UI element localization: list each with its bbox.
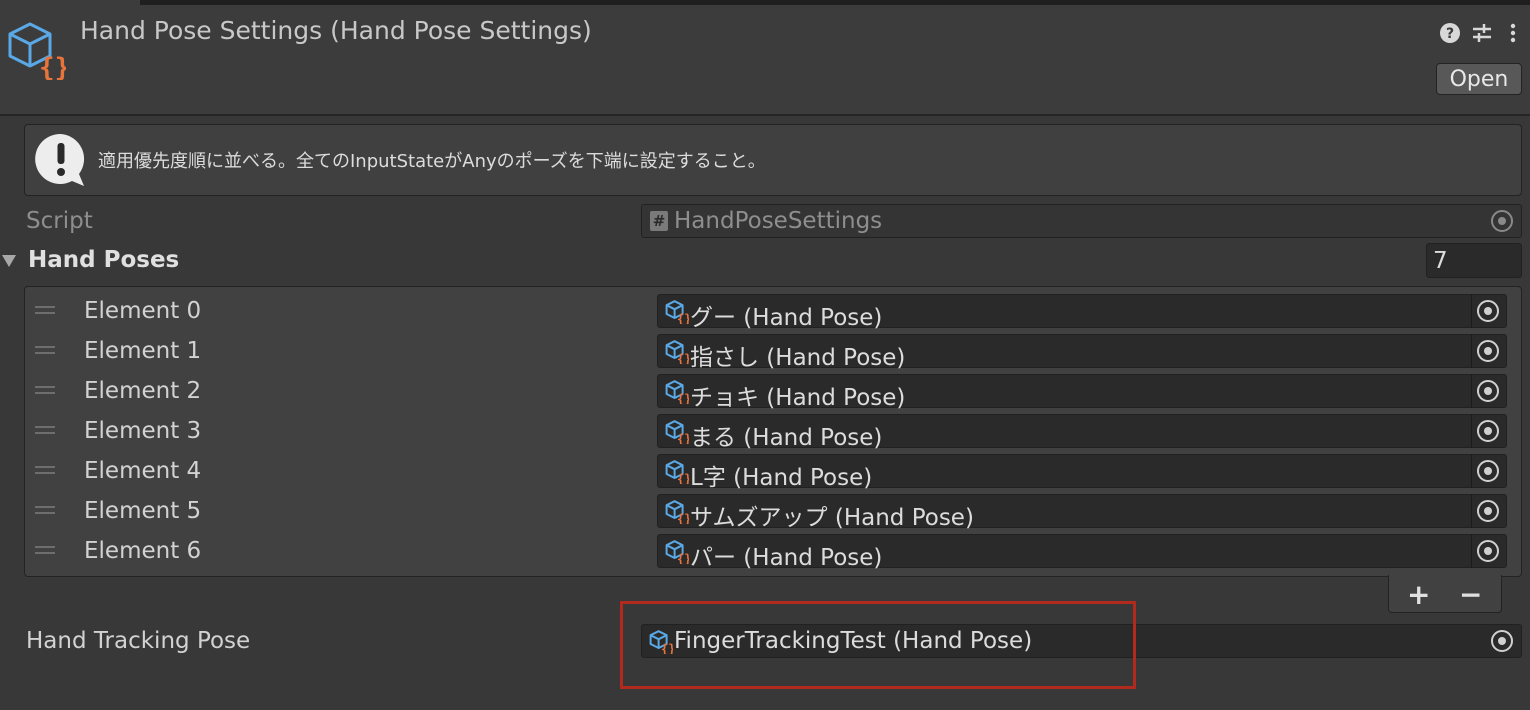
drag-handle-icon[interactable] [35,386,55,394]
drag-handle-icon[interactable] [35,506,55,514]
hand-tracking-pose-picker-icon[interactable] [1491,630,1513,652]
element-label: Element 4 [84,458,202,484]
picker-divider [1471,374,1472,408]
drag-handle-icon[interactable] [35,346,55,354]
object-picker-icon[interactable] [1477,380,1499,402]
object-picker-icon[interactable] [1477,500,1499,522]
hand-pose-asset-icon: {} [665,460,689,484]
list-footer [1388,575,1502,613]
svg-text:{}: {} [677,352,689,364]
svg-text:?: ? [1446,26,1454,42]
drag-handle-icon[interactable] [35,306,55,314]
element-label: Element 1 [84,338,202,364]
warning-icon [35,133,85,186]
open-button[interactable]: Open [1436,63,1522,95]
svg-text:{}: {} [677,552,689,564]
element-value: まる (Hand Pose) [690,425,883,451]
tab-strip [0,0,1530,5]
add-element-button[interactable]: + [1407,578,1430,611]
more-options-icon[interactable] [1505,22,1521,44]
drag-handle-icon[interactable] [35,466,55,474]
object-picker-icon[interactable] [1477,420,1499,442]
presets-icon[interactable] [1471,22,1493,44]
picker-divider [1471,334,1472,368]
svg-text:{}: {} [39,53,66,80]
remove-element-button[interactable]: − [1459,578,1482,611]
picker-divider [1471,534,1472,568]
script-picker-icon [1491,210,1513,232]
object-picker-icon[interactable] [1477,460,1499,482]
script-label: Script [26,208,93,234]
hand-poses-size-value: 7 [1433,248,1448,274]
element-label: Element 2 [84,378,202,404]
hand-pose-asset-icon: {} [665,340,689,364]
drag-handle-icon[interactable] [35,426,55,434]
element-label: Element 0 [84,298,202,324]
scriptable-object-icon: {} [8,22,66,80]
help-icon[interactable]: ? [1439,22,1461,44]
hand-poses-label[interactable]: Hand Poses [28,247,179,273]
script-value: HandPoseSettings [674,208,883,234]
inspector-tab[interactable] [0,0,140,5]
object-picker-icon[interactable] [1477,540,1499,562]
svg-text:{}: {} [677,472,689,484]
picker-divider [1471,494,1472,528]
hand-tracking-pose-label: Hand Tracking Pose [26,628,251,654]
object-picker-icon[interactable] [1477,300,1499,322]
svg-text:{}: {} [677,392,689,404]
drag-handle-icon[interactable] [35,546,55,554]
element-label: Element 6 [84,538,202,564]
hand-pose-asset-icon: {} [665,380,689,404]
object-picker-icon[interactable] [1477,340,1499,362]
svg-text:{}: {} [677,312,689,324]
element-value: サムズアップ (Hand Pose) [690,505,974,531]
element-label: Element 3 [84,418,202,444]
element-label: Element 5 [84,498,202,524]
foldout-arrow-icon[interactable] [2,254,16,268]
help-message: 適用優先度順に並べる。全てのInputStateがAnyのポーズを下端に設定する… [98,151,766,172]
picker-divider [1471,414,1472,448]
picker-divider [1471,454,1472,488]
hand-pose-asset-icon: {} [665,540,689,564]
inspector-title: Hand Pose Settings (Hand Pose Settings) [80,16,592,45]
hand-pose-asset-icon: {} [665,500,689,524]
element-value: 指さし (Hand Pose) [690,345,906,371]
hand-pose-asset-icon: {} [665,420,689,444]
svg-text:{}: {} [677,512,689,524]
element-value: L字 (Hand Pose) [690,465,873,491]
highlight-annotation [620,601,1136,689]
element-value: パー (Hand Pose) [690,545,883,571]
element-value: グー (Hand Pose) [690,305,883,331]
script-hash-icon: # [650,211,668,231]
svg-text:{}: {} [677,432,689,444]
element-value: チョキ (Hand Pose) [690,385,906,411]
hand-pose-asset-icon: {} [665,300,689,324]
picker-divider [1471,294,1472,328]
